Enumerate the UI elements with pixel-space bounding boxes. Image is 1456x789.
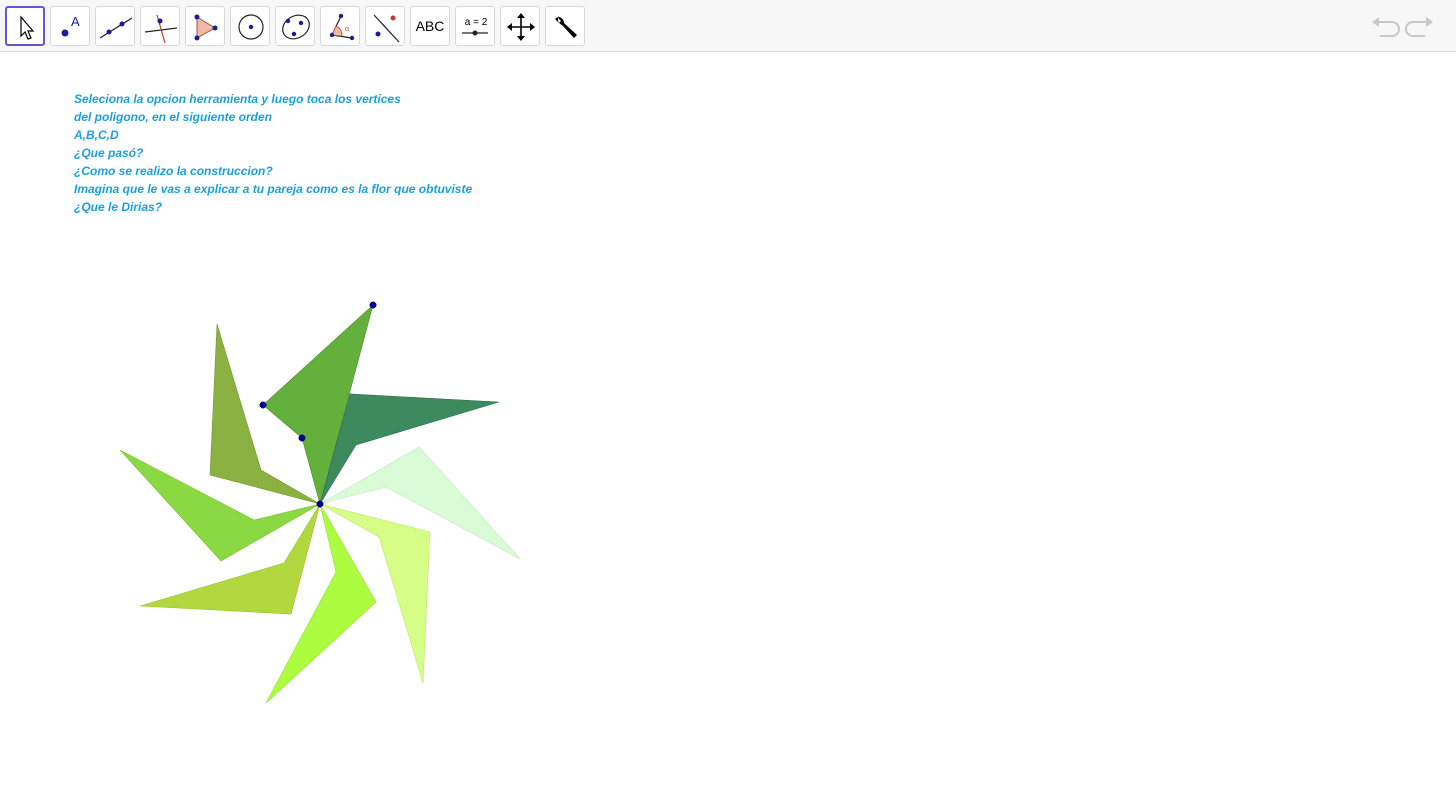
flower-construction[interactable] xyxy=(0,0,1456,789)
vertex-point[interactable] xyxy=(298,434,306,442)
vertex-point[interactable] xyxy=(259,401,267,409)
vertex-point[interactable] xyxy=(316,500,324,508)
vertex-point[interactable] xyxy=(369,301,377,309)
